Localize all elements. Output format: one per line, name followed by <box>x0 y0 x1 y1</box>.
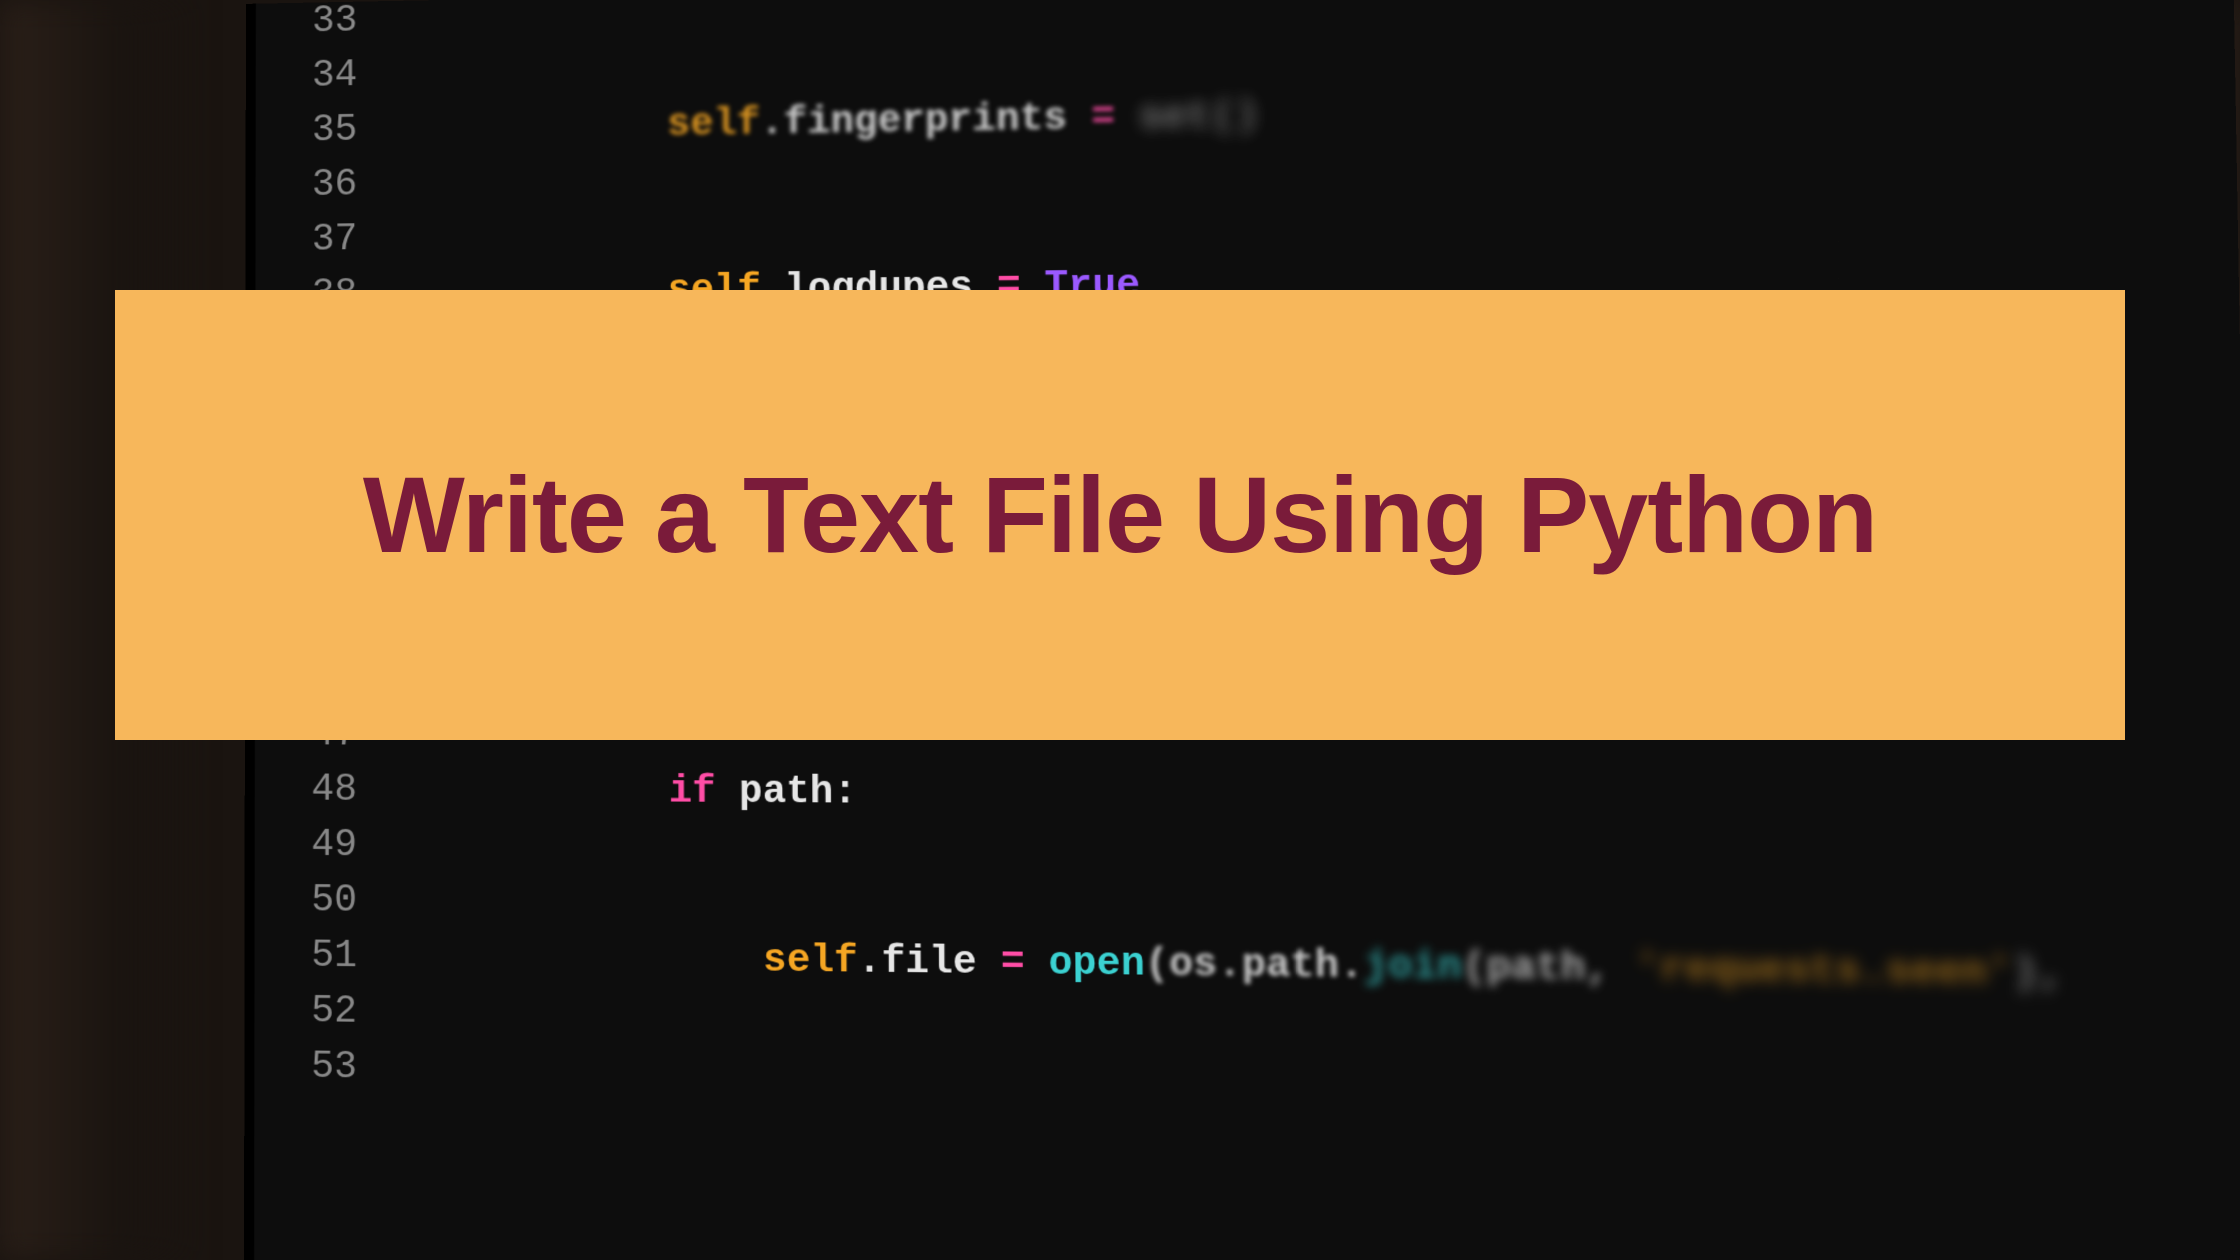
line-number: 33 <box>256 0 358 50</box>
line-number: 51 <box>254 928 357 984</box>
line-number: 52 <box>254 983 357 1040</box>
code-line: self.fingerprints = set() <box>390 75 2050 157</box>
title-overlay: Write a Text File Using Python <box>115 290 2125 740</box>
thumbnail-viewport: 33 34 35 36 37 38 47 48 49 50 51 52 53 s… <box>0 0 2240 1260</box>
line-number: 48 <box>255 762 357 818</box>
code-line <box>390 1096 2066 1179</box>
line-number: 49 <box>255 817 357 873</box>
line-number: 37 <box>255 212 357 268</box>
line-number: 35 <box>256 103 358 159</box>
code-line: self.file = open(os.path.join(path, 'req… <box>390 929 2064 1003</box>
line-number: 53 <box>254 1039 357 1096</box>
code-line: if path: <box>390 763 2061 828</box>
line-number: 36 <box>256 158 358 214</box>
title-text: Write a Text File Using Python <box>363 458 1877 571</box>
line-number: 50 <box>255 873 357 929</box>
line-number: 34 <box>256 48 358 104</box>
